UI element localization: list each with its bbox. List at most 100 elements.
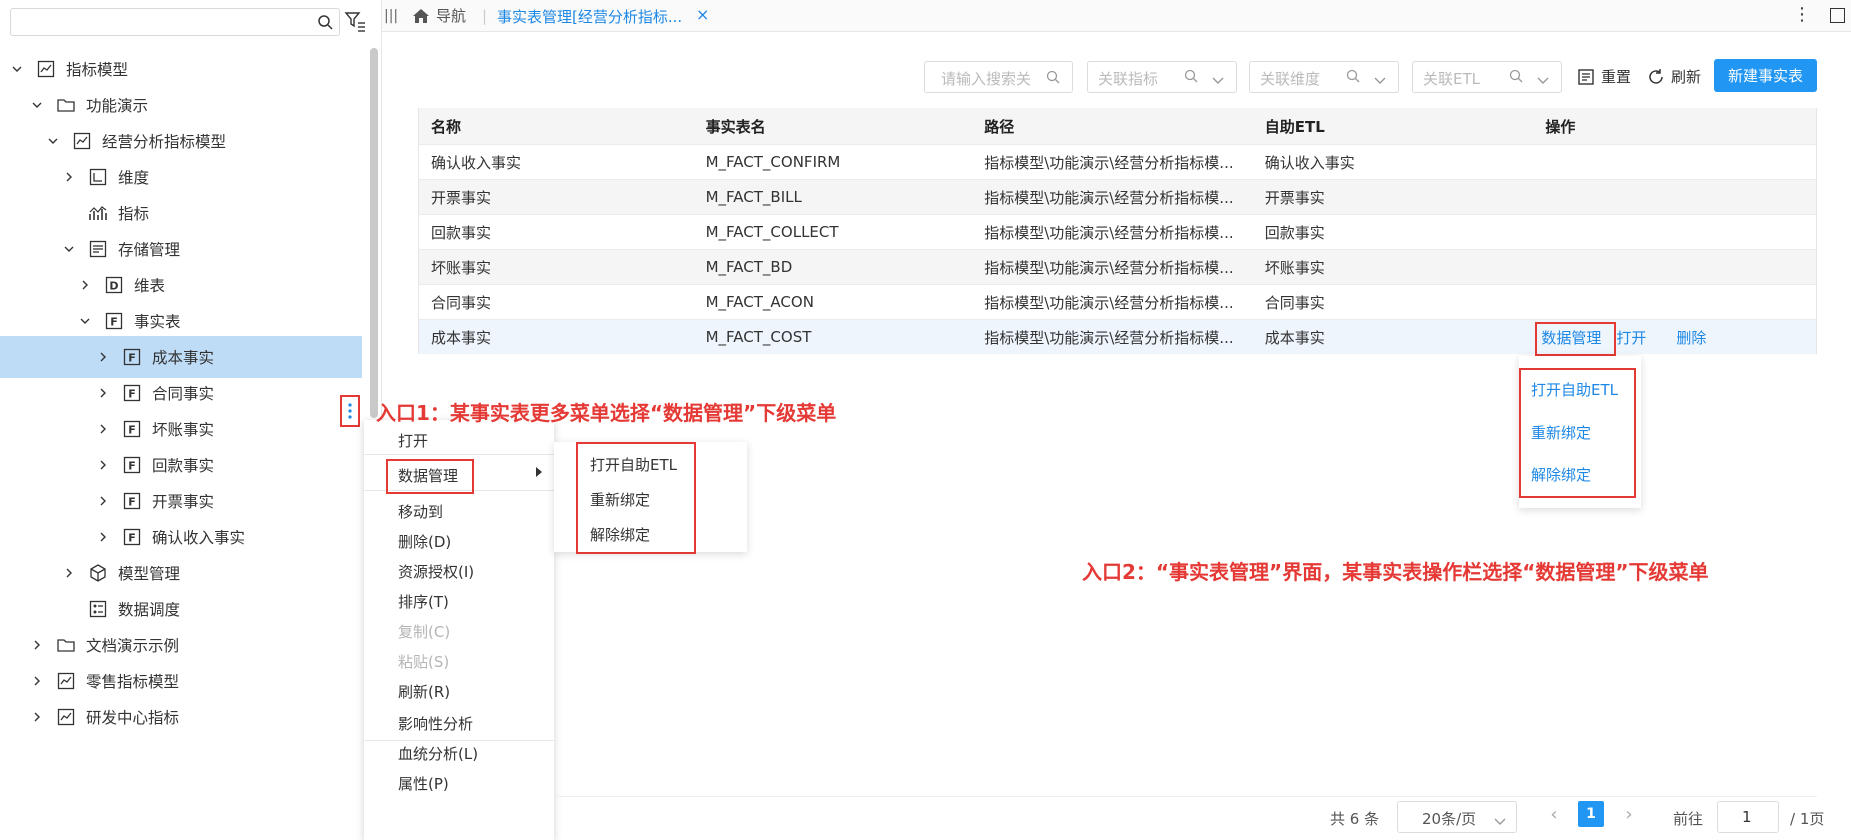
chevron-right-icon[interactable] — [30, 674, 44, 688]
chevron-right-icon[interactable] — [62, 602, 76, 616]
chevron-right-icon[interactable] — [96, 458, 110, 472]
context-menu-item[interactable]: 粘贴(S) — [398, 651, 449, 672]
model-icon — [72, 131, 92, 151]
page-size-value: 20条/页 — [1422, 810, 1477, 828]
filter-dimension-label: 关联维度 — [1260, 70, 1321, 88]
chevron-right-icon[interactable] — [96, 422, 110, 436]
chevron-down-icon[interactable] — [30, 98, 44, 112]
context-menu-item[interactable]: 资源授权(I) — [398, 561, 474, 582]
reset-button[interactable]: 重置 — [1577, 66, 1631, 87]
sidebar-item-label: 经营分析指标模型 — [102, 133, 227, 151]
search-icon[interactable] — [1046, 70, 1060, 88]
chevron-right-icon[interactable] — [96, 494, 110, 508]
svg-text:F: F — [128, 460, 136, 473]
column-header: 自助ETL — [1264, 117, 1325, 136]
delete-link[interactable]: 删除 — [1676, 327, 1706, 348]
chevron-right-icon[interactable] — [96, 350, 110, 364]
sidebar-scrollbar[interactable] — [370, 48, 378, 418]
dimension-icon — [88, 167, 108, 187]
chevron-right-icon[interactable] — [30, 710, 44, 724]
filter-etl-select[interactable]: 关联ETL — [1412, 61, 1562, 93]
folder-icon — [56, 95, 76, 115]
table-row[interactable]: 开票事实 M_FACT_BILL 指标模型\功能演示\经营分析指标模... 开票事实 — [419, 179, 1816, 214]
sidebar-item-label: 模型管理 — [118, 565, 181, 583]
sidebar-item-label: 零售指标模型 — [86, 673, 180, 691]
context-menu-item[interactable]: 移动到 — [398, 501, 443, 522]
divider — [554, 796, 1817, 797]
context-menu-item[interactable]: 属性(P) — [398, 773, 449, 794]
close-icon[interactable]: × — [696, 5, 709, 24]
menu-icon[interactable]: ||| — [384, 8, 398, 24]
context-menu-item[interactable]: 打开 — [398, 430, 428, 451]
model-icon — [56, 671, 76, 691]
filter-icon[interactable] — [344, 10, 366, 36]
page-current[interactable]: 1 — [1578, 801, 1604, 827]
chevron-right-icon[interactable] — [96, 530, 110, 544]
chevron-down-icon[interactable] — [78, 314, 92, 328]
sidebar-item[interactable]: 研发中心指标 — [0, 696, 362, 738]
open-link[interactable]: 打开 — [1616, 327, 1646, 348]
table-row[interactable]: 坏账事实 M_FACT_BD 指标模型\功能演示\经营分析指标模... 坏账事实 — [419, 249, 1816, 284]
page-size-select[interactable]: 20条/页 — [1397, 801, 1517, 833]
filter-dimension-select[interactable]: 关联维度 — [1249, 61, 1399, 93]
chevron-right-icon[interactable] — [62, 170, 76, 184]
table-row[interactable]: 合同事实 M_FACT_ACON 指标模型\功能演示\经营分析指标模... 合同事实 — [419, 284, 1816, 319]
sidebar-item-label: 维表 — [134, 277, 166, 295]
table-row[interactable]: 确认收入事实 M_FACT_CONFIRM 指标模型\功能演示\经营分析指标模...… — [419, 144, 1816, 179]
search-icon — [1184, 69, 1198, 87]
chevron-down-icon[interactable] — [10, 62, 24, 76]
chevron-right-icon[interactable] — [62, 566, 76, 580]
fact-table-icon: F — [122, 347, 142, 367]
more-vertical-icon[interactable]: ⋮ — [1793, 4, 1811, 25]
chevron-down-icon[interactable] — [62, 242, 76, 256]
table-cell: 确认收入事实 — [1264, 153, 1355, 172]
search-input[interactable]: 请输入搜索关 — [924, 61, 1073, 93]
sidebar-item-label: 指标 — [118, 205, 150, 223]
refresh-button[interactable]: 刷新 — [1647, 66, 1701, 87]
fact-table-icon: F — [122, 527, 142, 547]
svg-text:F: F — [128, 352, 136, 365]
context-menu-item[interactable]: 删除(D) — [398, 531, 451, 552]
divider — [364, 740, 554, 741]
home-icon — [413, 8, 429, 23]
context-menu-item[interactable]: 复制(C) — [398, 621, 450, 642]
storage-icon — [88, 239, 108, 259]
svg-text:F: F — [110, 316, 118, 329]
table-cell: 成本事实 — [1264, 328, 1325, 347]
context-menu-item[interactable]: 刷新(R) — [398, 681, 450, 702]
new-fact-table-button[interactable]: 新建事实表 — [1714, 59, 1817, 92]
filter-metric-select[interactable]: 关联指标 — [1087, 61, 1237, 93]
column-header: 操作 — [1545, 117, 1576, 136]
table-cell: M_FACT_COST — [705, 328, 812, 346]
maximize-icon[interactable] — [1830, 8, 1845, 23]
tab-fact-table-manage[interactable]: 事实表管理[经营分析指标... — [497, 6, 682, 27]
context-menu-item[interactable]: 影响性分析 — [398, 713, 473, 734]
context-menu-item[interactable]: 血统分析(L) — [398, 743, 478, 764]
nav-home[interactable]: 导航 — [412, 5, 466, 26]
more-menu-button[interactable] — [340, 395, 360, 427]
prev-page-icon[interactable]: ‹ — [1541, 801, 1567, 827]
context-menu-item[interactable]: 排序(T) — [398, 591, 449, 612]
sidebar-item-label: 回款事实 — [152, 457, 215, 475]
chevron-right-icon[interactable] — [62, 206, 76, 220]
highlight-box — [386, 459, 474, 494]
chevron-right-icon[interactable] — [30, 638, 44, 652]
table-cell: M_FACT_BD — [705, 258, 793, 276]
fact-table-icon: F — [122, 383, 142, 403]
table-row[interactable]: 回款事实 M_FACT_COLLECT 指标模型\功能演示\经营分析指标模... 回款… — [419, 214, 1816, 249]
goto-page-input[interactable]: 1 — [1717, 801, 1779, 833]
chevron-right-icon[interactable] — [78, 278, 92, 292]
sidebar-item-label: 坏账事实 — [152, 421, 215, 439]
next-page-icon[interactable]: › — [1616, 801, 1642, 827]
table-cell: 指标模型\功能演示\经营分析指标模... — [984, 153, 1234, 172]
chevron-right-icon[interactable] — [96, 386, 110, 400]
column-header: 事实表名 — [705, 117, 766, 136]
table-cell: 回款事实 — [431, 223, 492, 242]
table-cell: 开票事实 — [431, 188, 492, 207]
search-icon[interactable] — [317, 14, 333, 34]
svg-text:F: F — [128, 424, 136, 437]
chevron-down-icon[interactable] — [46, 134, 60, 148]
highlight-box — [576, 442, 696, 554]
sidebar-search-input[interactable] — [10, 8, 340, 36]
fact-table-grid: 名称 事实表名 路径 自助ETL 操作 确认收入事实 M_FACT_CONFIRM… — [418, 108, 1817, 354]
